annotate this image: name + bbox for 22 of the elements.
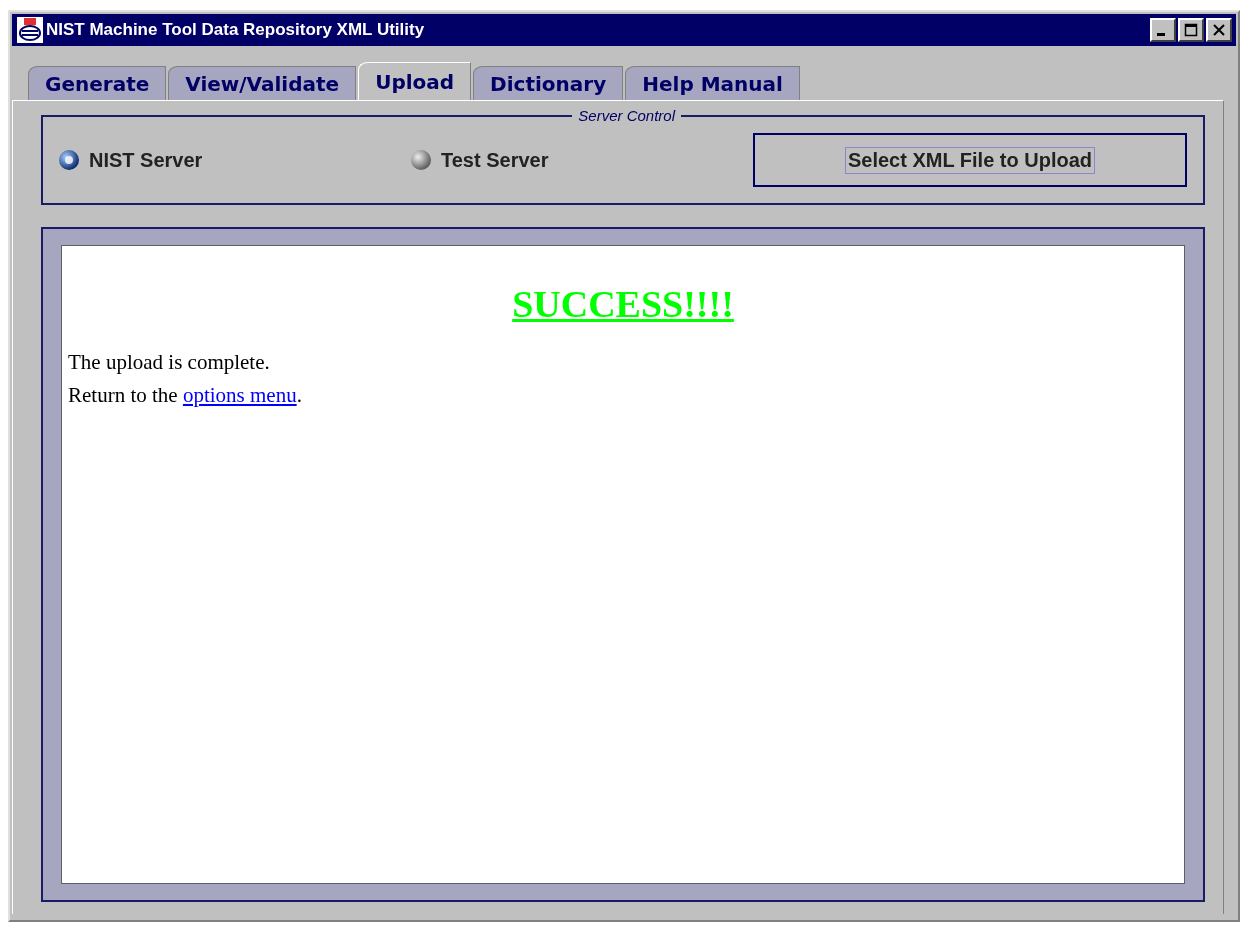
tab[interactable]: Dictionary xyxy=(473,66,624,100)
select-file-button[interactable]: Select XML File to Upload xyxy=(844,146,1096,174)
window-title: NIST Machine Tool Data Repository XML Utility xyxy=(46,20,426,40)
radio-label: NIST Server xyxy=(89,148,203,172)
tab[interactable]: Upload xyxy=(358,62,472,100)
minimize-icon xyxy=(1157,33,1165,36)
minimize-button[interactable] xyxy=(1150,18,1176,42)
radio-button[interactable] xyxy=(409,148,433,172)
radio-label: Test Server xyxy=(441,148,549,172)
maximize-icon xyxy=(1184,23,1198,37)
message-text: The upload is complete. xyxy=(68,350,271,375)
close-icon xyxy=(1212,23,1226,37)
maximize-button[interactable] xyxy=(1178,18,1204,42)
options-menu-link[interactable]: options menu xyxy=(182,383,297,407)
return-text: Return to the options menu. xyxy=(68,383,303,408)
success-heading: SUCCESS!!!! xyxy=(512,283,734,325)
group-title: Server Control xyxy=(572,107,681,124)
tab[interactable]: Generate xyxy=(28,66,167,100)
tab[interactable]: Help Manual xyxy=(625,66,800,100)
radio-button[interactable] xyxy=(57,148,81,172)
close-button[interactable] xyxy=(1206,18,1232,42)
tab[interactable]: View/Validate xyxy=(168,66,357,100)
